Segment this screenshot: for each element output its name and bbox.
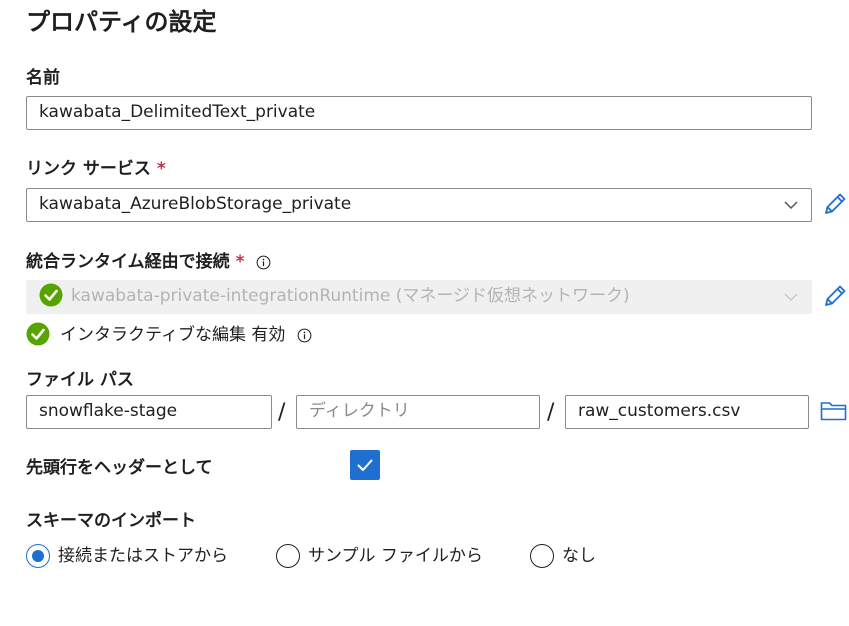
check-circle-icon (39, 283, 63, 306)
required-mark: * (156, 159, 166, 179)
first-row-header-label: 先頭行をヘッダーとして (26, 458, 213, 478)
name-input-value: kawabata_DelimitedText_private (39, 102, 316, 122)
info-icon[interactable] (256, 255, 271, 270)
page-title: プロパティの設定 (26, 8, 217, 36)
radio-option-connection-store[interactable]: 接続またはストアから (26, 544, 228, 568)
pencil-icon[interactable] (822, 191, 848, 217)
file-name-value: raw_customers.csv (578, 401, 741, 421)
name-input[interactable]: kawabata_DelimitedText_private (26, 96, 812, 130)
import-schema-label: スキーマのインポート (26, 511, 196, 531)
integration-runtime-label: 統合ランタイム経由で接続 * (26, 250, 271, 274)
radio-dot (32, 550, 44, 562)
radio-button[interactable] (530, 544, 554, 568)
linked-service-label-text: リンク サービス (26, 159, 151, 179)
required-mark: * (235, 252, 245, 272)
name-label: 名前 (26, 68, 60, 88)
radio-label: なし (562, 546, 596, 566)
check-circle-icon (26, 322, 50, 345)
integration-runtime-value: kawabata-private-integrationRuntime (マネー… (71, 286, 630, 306)
file-name-input[interactable]: raw_customers.csv (565, 395, 809, 429)
info-icon[interactable] (297, 328, 312, 343)
chevron-down-icon (784, 293, 798, 302)
first-row-header-checkbox[interactable] (350, 450, 380, 480)
pencil-icon[interactable] (822, 283, 848, 309)
properties-panel: プロパティの設定 名前 kawabata_DelimitedText_priva… (0, 0, 849, 626)
directory-input[interactable]: ディレクトリ (296, 395, 540, 429)
linked-service-label: リンク サービス * (26, 157, 166, 181)
integration-runtime-label-text: 統合ランタイム経由で接続 (26, 252, 230, 272)
linked-service-value: kawabata_AzureBlobStorage_private (39, 194, 352, 214)
chevron-down-icon (784, 201, 798, 210)
radio-label: 接続またはストアから (58, 546, 228, 566)
radio-option-none[interactable]: なし (530, 544, 596, 568)
path-separator: / (547, 400, 555, 425)
interactive-authoring-text: インタラクティブな編集 有効 (60, 325, 286, 345)
interactive-authoring-status: インタラクティブな編集 有効 (26, 322, 312, 347)
folder-icon[interactable] (820, 400, 847, 422)
integration-runtime-dropdown: kawabata-private-integrationRuntime (マネー… (26, 280, 812, 314)
radio-button[interactable] (276, 544, 300, 568)
radio-label: サンプル ファイルから (308, 546, 483, 566)
radio-button-selected[interactable] (26, 544, 50, 568)
path-separator: / (278, 400, 286, 425)
directory-placeholder: ディレクトリ (309, 401, 410, 421)
container-value: snowflake-stage (39, 401, 178, 421)
linked-service-dropdown[interactable]: kawabata_AzureBlobStorage_private (26, 188, 812, 222)
radio-option-sample-file[interactable]: サンプル ファイルから (276, 544, 483, 568)
checkmark-icon (357, 459, 373, 471)
container-input[interactable]: snowflake-stage (26, 395, 272, 429)
file-path-label: ファイル パス (26, 370, 134, 390)
